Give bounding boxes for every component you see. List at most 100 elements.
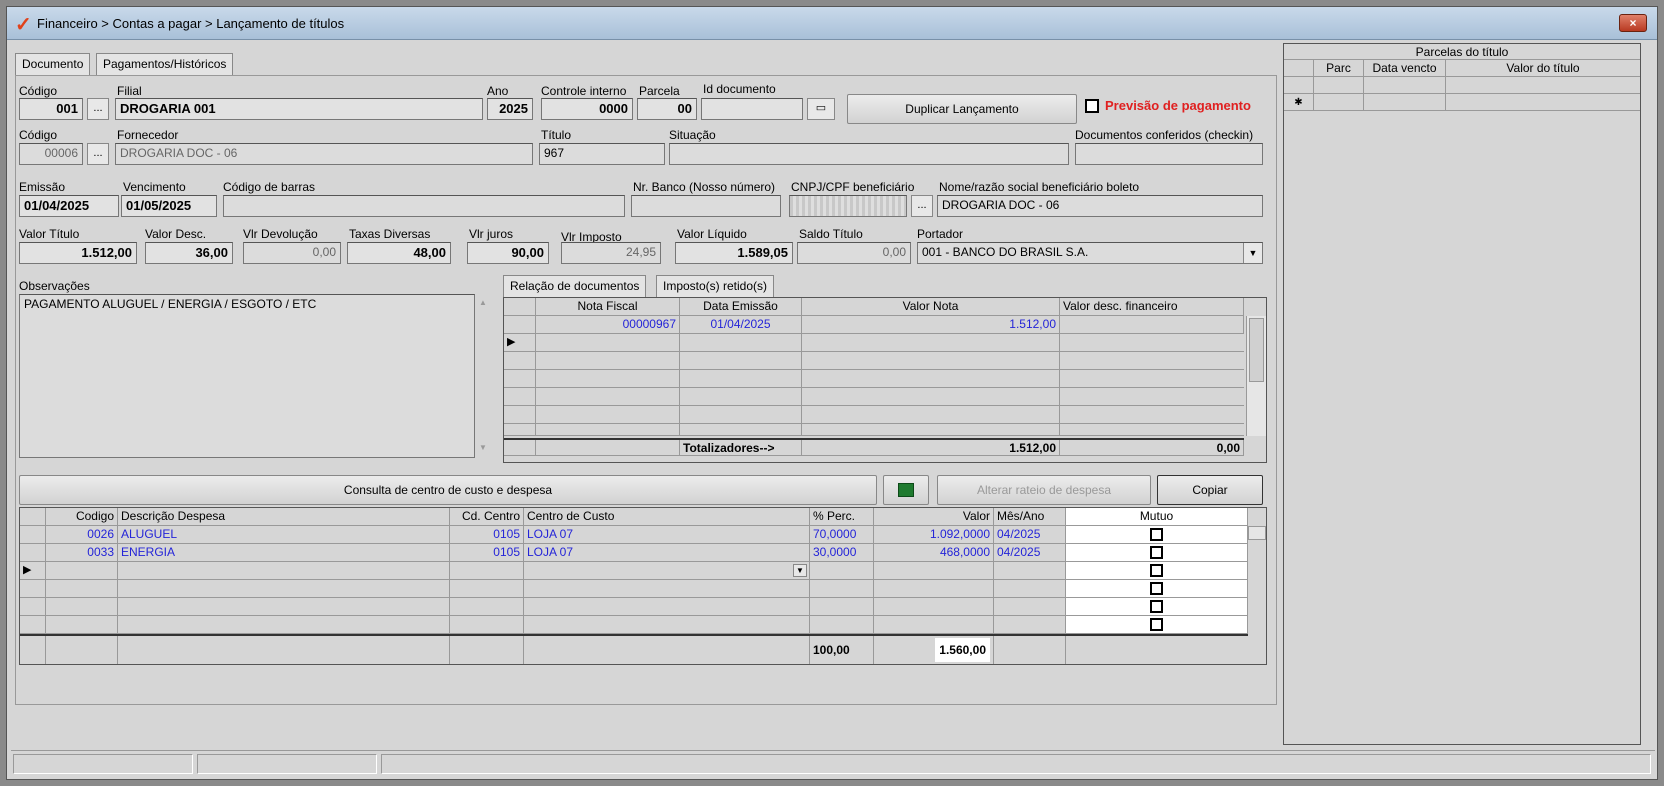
centro-cell-codigo: 0033 — [46, 544, 118, 561]
valor-desc-field[interactable]: 36,00 — [145, 242, 233, 264]
codigo2-field[interactable]: 00006 — [19, 143, 83, 165]
mutuo-checkbox[interactable] — [1150, 600, 1163, 613]
valor-desc-label: Valor Desc. — [145, 227, 207, 241]
mutuo-checkbox[interactable] — [1150, 528, 1163, 541]
table-row[interactable]: ▶ ▼ — [20, 562, 1248, 580]
centro-header-mesano: Mês/Ano — [994, 508, 1066, 525]
parcela-field[interactable]: 00 — [637, 98, 697, 120]
tab-documento[interactable]: Documento — [15, 53, 91, 75]
mutuo-checkbox[interactable] — [1150, 546, 1163, 559]
centro-cell-valor: 1.092,0000 — [874, 526, 994, 543]
codigo2-label: Código — [19, 128, 58, 142]
cnpj-field-redacted[interactable] — [789, 195, 907, 217]
cnpj-lookup-button[interactable]: ... — [911, 195, 933, 217]
mutuo-checkbox[interactable] — [1150, 582, 1163, 595]
table-row[interactable] — [504, 370, 1244, 388]
excel-export-button[interactable] — [883, 475, 929, 505]
image-icon: ▭ — [815, 102, 827, 114]
codigo-field[interactable]: 001 — [19, 98, 83, 120]
saldo-field[interactable]: 0,00 — [797, 242, 911, 264]
ano-field[interactable]: 2025 — [487, 98, 533, 120]
taxas-field[interactable]: 48,00 — [347, 242, 451, 264]
centro-cell-descricao: ALUGUEL — [118, 526, 450, 543]
alterar-rateio-button[interactable]: Alterar rateio de despesa — [937, 475, 1151, 505]
previsao-label: Previsão de pagamento — [1105, 98, 1251, 113]
table-row[interactable] — [20, 616, 1248, 634]
centro-header-perc: % Perc. — [810, 508, 874, 525]
table-row[interactable] — [20, 580, 1248, 598]
duplicar-button[interactable]: Duplicar Lançamento — [847, 94, 1077, 124]
titulo-field[interactable]: 967 — [539, 143, 665, 165]
tab-relacao-documentos[interactable]: Relação de documentos — [503, 275, 647, 297]
fornecedor-field[interactable]: DROGARIA DOC - 06 — [115, 143, 533, 165]
table-row[interactable] — [20, 598, 1248, 616]
table-row[interactable] — [504, 352, 1244, 370]
table-row[interactable]: 0026 ALUGUEL 0105 LOJA 07 70,0000 1.092,… — [20, 526, 1248, 544]
centro-header-centro: Centro de Custo — [524, 508, 810, 525]
conferidos-label: Documentos conferidos (checkin) — [1075, 128, 1254, 142]
liquido-label: Valor Líquido — [677, 227, 747, 241]
parcelas-header-parc: Parc — [1314, 60, 1364, 76]
vencimento-field[interactable]: 01/05/2025 — [121, 195, 217, 217]
barras-field[interactable] — [223, 195, 625, 217]
juros-field[interactable]: 90,00 — [467, 242, 549, 264]
centro-dropdown-icon[interactable]: ▼ — [793, 564, 807, 577]
liquido-field[interactable]: 1.589,05 — [675, 242, 793, 264]
scroll-down-icon[interactable]: ▼ — [475, 443, 491, 452]
nrbanco-field[interactable] — [631, 195, 781, 217]
tab-impostos-retidos[interactable]: Imposto(s) retido(s) — [656, 275, 775, 297]
tab-pagamentos[interactable]: Pagamentos/Históricos — [96, 53, 234, 75]
conferidos-field[interactable] — [1075, 143, 1263, 165]
doc-total-desc: 0,00 — [1060, 440, 1244, 455]
centro-header-row: Codigo Descrição Despesa Cd. Centro Cent… — [20, 508, 1248, 526]
table-row[interactable]: ✱ — [1284, 94, 1640, 111]
fornecedor-lookup-button[interactable]: ... — [87, 143, 109, 165]
iddoc-label: Id documento — [703, 82, 776, 96]
centro-custo-grid: Codigo Descrição Despesa Cd. Centro Cent… — [19, 507, 1267, 665]
table-row[interactable] — [504, 388, 1244, 406]
iddoc-image-button[interactable]: ▭ — [807, 98, 835, 120]
main-window: ✓ Financeiro > Contas a pagar > Lançamen… — [6, 6, 1658, 780]
imposto-field[interactable]: 24,95 — [561, 242, 661, 264]
table-row[interactable]: 00000967 01/04/2025 1.512,00 — [504, 316, 1244, 334]
close-button[interactable]: × — [1619, 14, 1647, 32]
doc-header-valor: Valor Nota — [802, 298, 1060, 315]
centro-header-descricao: Descrição Despesa — [118, 508, 450, 525]
codigo-lookup-button[interactable]: ... — [87, 98, 109, 120]
mutuo-checkbox[interactable] — [1150, 618, 1163, 631]
obs-scrollbar[interactable]: ▲ ▼ — [475, 294, 491, 458]
doc-grid-scrollbar[interactable] — [1246, 316, 1266, 436]
copiar-button[interactable]: Copiar — [1157, 475, 1263, 505]
parcelas-title: Parcelas do título — [1415, 45, 1509, 59]
portador-dropdown-icon[interactable]: ▼ — [1243, 243, 1262, 263]
ano-label: Ano — [487, 84, 509, 98]
juros-label: Vlr juros — [469, 227, 514, 241]
status-segment — [381, 754, 1651, 774]
centro-cell-centro: LOJA 07 — [524, 526, 810, 543]
previsao-checkbox[interactable] — [1085, 99, 1099, 113]
window-title: Financeiro > Contas a pagar > Lançamento… — [37, 16, 345, 31]
scroll-up-icon[interactable]: ▲ — [475, 298, 491, 307]
consulta-centro-button[interactable]: Consulta de centro de custo e despesa — [19, 475, 877, 505]
filial-field[interactable]: DROGARIA 001 — [115, 98, 483, 120]
vlr-devol-field[interactable]: 0,00 — [243, 242, 341, 264]
nome-field[interactable]: DROGARIA DOC - 06 — [937, 195, 1263, 217]
table-row[interactable]: 0033 ENERGIA 0105 LOJA 07 30,0000 468,00… — [20, 544, 1248, 562]
iddoc-field[interactable] — [701, 98, 803, 120]
valor-titulo-field[interactable]: 1.512,00 — [19, 242, 137, 264]
mutuo-checkbox[interactable] — [1150, 564, 1163, 577]
portador-select[interactable]: 001 - BANCO DO BRASIL S.A. — [917, 242, 1263, 264]
controle-field[interactable]: 0000 — [541, 98, 633, 120]
situacao-field[interactable] — [669, 143, 1069, 165]
obs-textarea[interactable]: PAGAMENTO ALUGUEL / ENERGIA / ESGOTO / E… — [19, 294, 475, 458]
parcelas-grid: Parcelas do título Parc Data vencto Valo… — [1283, 43, 1641, 745]
new-row-icon: ✱ — [1294, 97, 1303, 108]
centro-grid-scrollbar[interactable] — [1248, 526, 1266, 540]
table-row[interactable] — [504, 406, 1244, 424]
emissao-field[interactable]: 01/04/2025 — [19, 195, 119, 217]
centro-cell-perc: 70,0000 — [810, 526, 874, 543]
centro-header-codigo: Codigo — [46, 508, 118, 525]
scroll-thumb[interactable] — [1249, 318, 1264, 382]
centro-header-valor: Valor — [874, 508, 994, 525]
table-row[interactable]: ▶ — [504, 334, 1244, 352]
